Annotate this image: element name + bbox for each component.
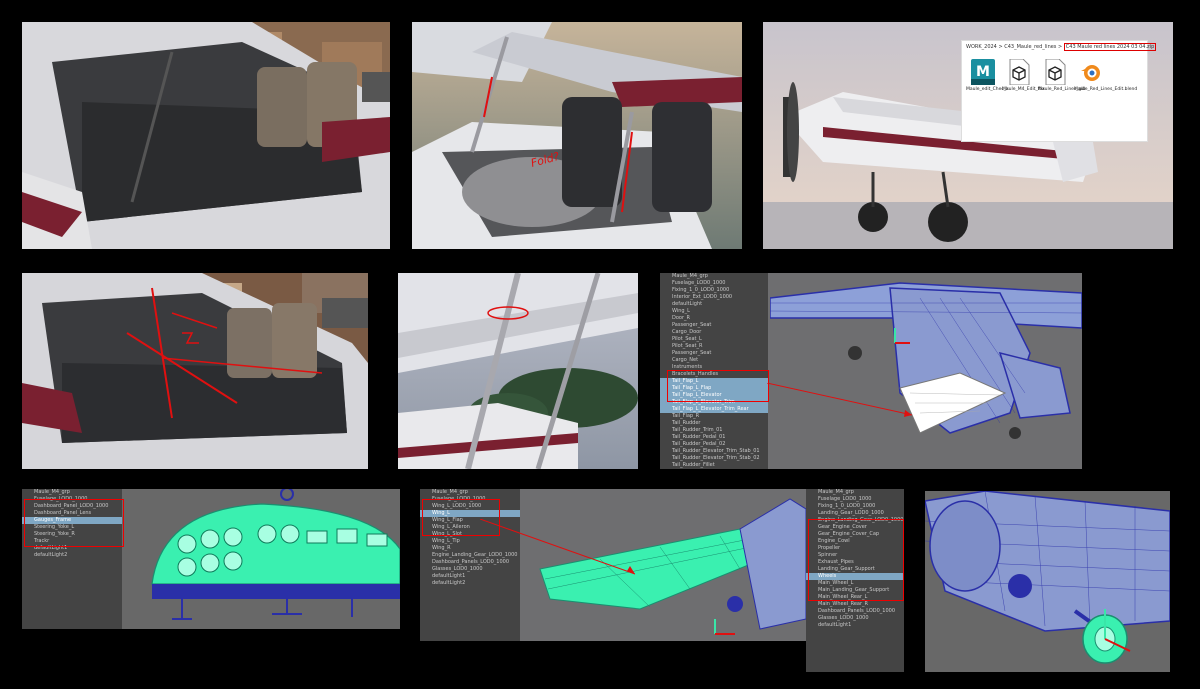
- aircraft-render-photo: WORK_2024 > C43_Maule_red_lines > C43 Ma…: [763, 22, 1173, 249]
- outliner-row[interactable]: Wing_L: [660, 308, 768, 315]
- file-label: Maule_Red_Lines_Edit.blend: [1074, 87, 1138, 92]
- outliner-row[interactable]: Tail_Rudder_Fillet: [660, 462, 768, 469]
- dashboard-wireframe-viewport: Maule_M4_grp Fuselage_LOD0_1000 Dashboard_…: [22, 489, 400, 629]
- file-label: Maule_Red_Lines_glb: [1038, 87, 1086, 92]
- outliner-row[interactable]: Landing_Gear_LOD0_1000: [806, 510, 904, 517]
- selection-highlight-box: [808, 519, 904, 601]
- outliner-row[interactable]: Interior_Ext_LOD0_1000: [660, 294, 768, 301]
- outliner-row[interactable]: Pilot_Seat_L: [660, 336, 768, 343]
- file-item[interactable]: Maule_M4_Edit_fbx: [1002, 59, 1045, 92]
- blender-icon: [1079, 59, 1103, 85]
- outliner-row[interactable]: Maule_M4_grp: [420, 489, 520, 496]
- maya-icon: M: [971, 59, 995, 85]
- path-highlight: C43 Maule red lines 2024 03 04.zip: [1063, 43, 1157, 51]
- path-prefix: WORK_2024 > C43_Maule_red_lines >: [966, 44, 1063, 50]
- outliner-row[interactable]: Tail_Rudder_Pedal_02: [660, 441, 768, 448]
- outliner-row[interactable]: Main_Wheel_Rear_R: [806, 601, 904, 608]
- file-item[interactable]: Maule_Red_Lines_glb: [1038, 59, 1086, 92]
- cabin-interior-photo: [22, 22, 390, 249]
- outliner-row[interactable]: Pilot_Seat_R: [660, 343, 768, 350]
- door-strut-photo: Fold?: [412, 22, 742, 249]
- wing-wireframe-viewport: Maule_M4_grp Fuselage_LOD0_1000 Wing_L_LOD…: [420, 489, 904, 672]
- outliner-row[interactable]: Tail_Flap_R: [660, 413, 768, 420]
- file-label: Maule_M4_Edit_fbx: [1002, 87, 1045, 92]
- flaps-wireframe-viewport: Maule_M4_grp Fuselage_LOD0_1000 Fixing_1_0…: [660, 273, 1082, 469]
- outliner-row[interactable]: defaultLight2: [22, 552, 122, 559]
- landing-gear-wireframe-viewport: [925, 491, 1170, 672]
- outliner-row[interactable]: Fuselage_LOD0_1000: [660, 280, 768, 287]
- wing-strut-photo: [398, 273, 638, 469]
- outliner-row[interactable]: Cargo_Net: [660, 357, 768, 364]
- svg-text:M: M: [976, 64, 990, 80]
- outliner-row[interactable]: Tail_Rudder_Elevator_Trim_Stab_02: [660, 455, 768, 462]
- selection-highlight-box: [24, 499, 124, 547]
- outliner-row[interactable]: Fixing_1_0_LOD0_1000: [806, 503, 904, 510]
- outliner-row[interactable]: Tail_Rudder_Elevator_Trim_Stab_01: [660, 448, 768, 455]
- outliner-row[interactable]: Tail_Rudder_Trim_01: [660, 427, 768, 434]
- outliner-row[interactable]: Cargo_Door: [660, 329, 768, 336]
- file-label: Maule_edit_Chec_k: [966, 87, 1009, 92]
- address-bar[interactable]: WORK_2024 > C43_Maule_red_lines > C43 Ma…: [966, 43, 1157, 51]
- outliner-row[interactable]: Maule_M4_grp: [806, 489, 904, 496]
- outliner-row[interactable]: Passenger_Seat: [660, 322, 768, 329]
- outliner-row[interactable]: defaultLight: [660, 301, 768, 308]
- outliner-row[interactable]: defaultLight1: [806, 622, 904, 629]
- outliner-row[interactable]: defaultLight2: [420, 580, 520, 587]
- outliner-row[interactable]: Door_R: [660, 315, 768, 322]
- outliner-row[interactable]: Tail_Flap_L_Elevator_Trim_Rear: [660, 406, 768, 413]
- file-item[interactable]: M Maule_edit_Chec_k: [966, 59, 1009, 92]
- cabin-redline-photo: [22, 273, 368, 469]
- outliner-row[interactable]: Maule_M4_grp: [22, 489, 122, 496]
- outliner-row[interactable]: Maule_M4_grp: [660, 273, 768, 280]
- selection-highlight-box: [667, 370, 769, 402]
- file-item[interactable]: Maule_Red_Lines_Edit.blend: [1074, 59, 1138, 92]
- outliner-row[interactable]: Dashboard_Panels_LOD0_1000: [806, 608, 904, 615]
- cube-file-icon: [1007, 59, 1031, 85]
- outliner-row[interactable]: Fixing_1_0_LOD0_1000: [660, 287, 768, 294]
- file-explorer-window: WORK_2024 > C43_Maule_red_lines > C43 Ma…: [961, 40, 1157, 142]
- cube-file-icon: [1043, 59, 1067, 85]
- outliner-row[interactable]: Fuselage_LOD0_1000: [806, 496, 904, 503]
- outliner-row[interactable]: Tail_Rudder_Pedal_01: [660, 434, 768, 441]
- outliner-row[interactable]: Tail_Rudder: [660, 420, 768, 427]
- outliner-row[interactable]: Passenger_Seat: [660, 350, 768, 357]
- outliner-row[interactable]: Glasses_LOD0_1000: [806, 615, 904, 622]
